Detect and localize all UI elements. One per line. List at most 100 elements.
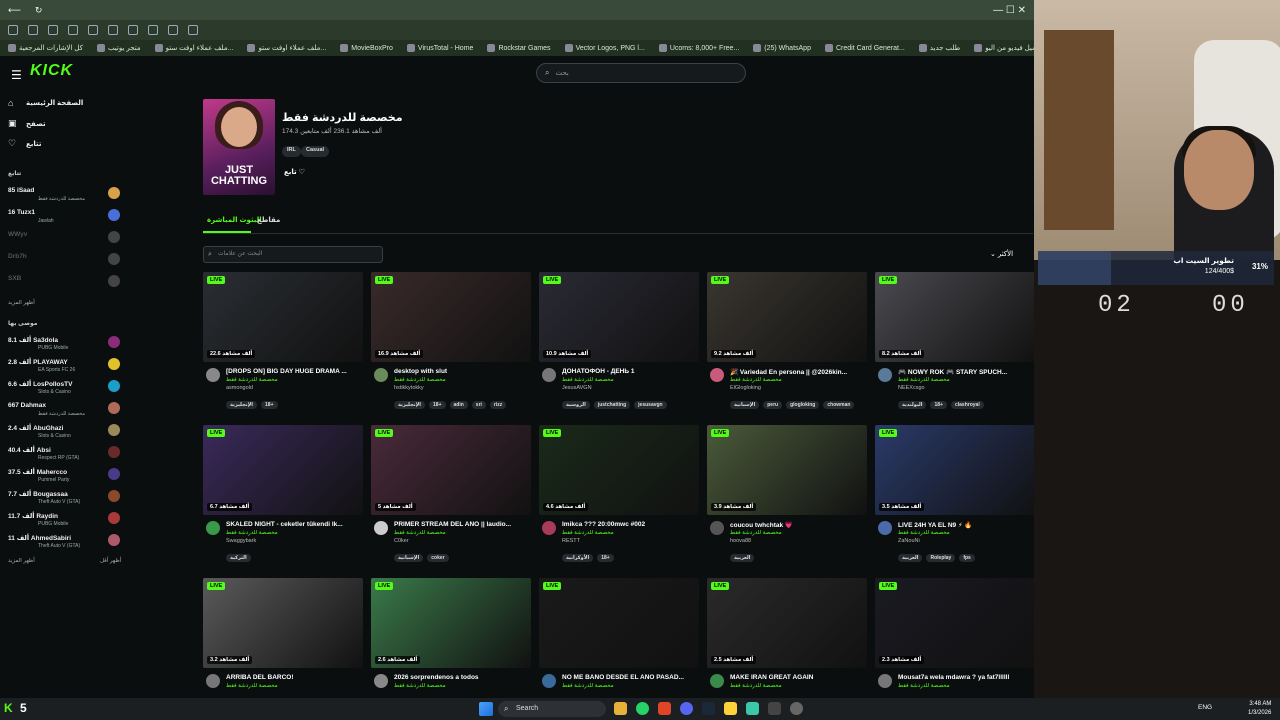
stream-card[interactable]: LIVE 3.9 ألف مشاهد coucou twhchtak 💗 مخصصة … bbox=[707, 425, 867, 565]
streamer-avatar[interactable] bbox=[374, 674, 388, 688]
stream-category[interactable]: مخصصة للدردشة فقط bbox=[226, 683, 278, 689]
stream-tag[interactable]: peru bbox=[763, 401, 783, 409]
bookmark-item[interactable]: Vector Logos, PNG l... bbox=[564, 44, 645, 52]
sidebar-channel[interactable]: SXB bbox=[8, 273, 120, 293]
windows-start-icon[interactable] bbox=[479, 702, 493, 716]
streamer-avatar[interactable] bbox=[710, 368, 724, 382]
stream-card[interactable]: LIVE 3.5 ألف مشاهد LIVE 24H YA EL N9 ⚡ 🔥 مخ… bbox=[875, 425, 1035, 565]
sidebar-channel[interactable]: 667 Dahmax مخصصة للدردشة فقط bbox=[8, 400, 120, 420]
stream-category[interactable]: مخصصة للدردشة فقط bbox=[562, 683, 614, 689]
stream-thumbnail[interactable]: LIVE 8.2 ألف مشاهد bbox=[875, 272, 1035, 362]
streamer-name[interactable]: ZaNouNi bbox=[898, 538, 920, 544]
streamer-name[interactable]: asmongold bbox=[226, 385, 253, 391]
app-icon[interactable] bbox=[768, 702, 781, 715]
stream-category[interactable]: مخصصة للدردشة فقط bbox=[394, 530, 446, 536]
streamer-name[interactable]: Swaggybark bbox=[226, 538, 256, 544]
bookmark-item[interactable]: تحميل فيديو من اليو... bbox=[974, 44, 1034, 52]
show-more-link[interactable]: أظهر المزيد bbox=[8, 300, 35, 306]
streamer-avatar[interactable] bbox=[206, 674, 220, 688]
brave-icon[interactable] bbox=[658, 702, 671, 715]
stream-card[interactable]: LIVE NO ME BAÑO DESDE EL AÑO PASAD... مخصص… bbox=[539, 578, 699, 698]
extension-icon[interactable] bbox=[188, 25, 198, 35]
language-indicator[interactable]: ENG bbox=[1198, 704, 1212, 711]
stream-tag[interactable]: chowman bbox=[823, 401, 855, 409]
stream-title[interactable]: Imikca ??? 20:00mwc #002 bbox=[562, 521, 699, 528]
app-icon[interactable] bbox=[746, 702, 759, 715]
stream-thumbnail[interactable]: LIVE 3.9 ألف مشاهد bbox=[707, 425, 867, 515]
sidebar-nav-item[interactable]: ▣ تصفح bbox=[8, 118, 46, 129]
stream-category[interactable]: مخصصة للدردشة فقط bbox=[730, 530, 782, 536]
stream-title[interactable]: 🎮 NOWY ROK 🎮 STARY SPUCH... bbox=[898, 368, 1035, 376]
bookmark-item[interactable]: (25) WhatsApp bbox=[753, 44, 811, 52]
stream-thumbnail[interactable]: LIVE 22.6 ألف مشاهد bbox=[203, 272, 363, 362]
category-tag[interactable]: IRL bbox=[282, 146, 301, 157]
extension-icon[interactable] bbox=[28, 25, 38, 35]
sidebar-channel[interactable]: 16 Tuzx1 Jawlah bbox=[8, 207, 120, 227]
extension-icon[interactable] bbox=[148, 25, 158, 35]
stream-title[interactable]: ARRIBA DEL BARCO! bbox=[226, 674, 363, 681]
stream-thumbnail[interactable]: LIVE 3.2 ألف مشاهد bbox=[203, 578, 363, 668]
stream-category[interactable]: مخصصة للدردشة فقط bbox=[898, 683, 950, 689]
category-tag[interactable]: Casual bbox=[301, 146, 330, 157]
stream-card[interactable]: LIVE 2.3 ألف مشاهد Mousat7a wela mdawra ? … bbox=[875, 578, 1035, 698]
bookmark-item[interactable]: MovieBoxPro bbox=[340, 44, 393, 52]
streamer-avatar[interactable] bbox=[542, 521, 556, 535]
taskbar-search[interactable]: ⌕ Search bbox=[498, 701, 606, 717]
streamer-avatar[interactable] bbox=[206, 521, 220, 535]
stream-category[interactable]: مخصصة للدردشة فقط bbox=[898, 377, 950, 383]
stream-category[interactable]: مخصصة للدردشة فقط bbox=[394, 377, 446, 383]
stream-tag[interactable]: adin bbox=[449, 401, 468, 409]
stream-tag[interactable]: justchatting bbox=[593, 401, 631, 409]
stream-category[interactable]: مخصصة للدردشة فقط bbox=[394, 683, 446, 689]
back-icon[interactable]: ⟵ bbox=[8, 5, 21, 16]
sidebar-channel[interactable]: 85 iSaad مخصصة للدردشة فقط bbox=[8, 185, 120, 205]
streamer-name[interactable]: hstikkytokky bbox=[394, 385, 424, 391]
stream-card[interactable]: LIVE 10.9 ألف مشاهد ДОНАТОФОН - ДЕНЬ 1 مخصص… bbox=[539, 272, 699, 412]
stream-title[interactable]: 🎉 Variedad En persona || @2026kin... bbox=[730, 368, 867, 376]
bookmark-item[interactable]: Rockstar Games bbox=[487, 44, 551, 52]
search-input[interactable]: ⌕ بحث bbox=[536, 63, 746, 83]
stream-tag[interactable]: coker bbox=[427, 554, 449, 562]
streamer-avatar[interactable] bbox=[710, 521, 724, 535]
stream-thumbnail[interactable]: LIVE 2.5 ألف مشاهد bbox=[707, 578, 867, 668]
bookmark-item[interactable]: ملف عملاء اوفت ستو... bbox=[247, 44, 326, 52]
stream-thumbnail[interactable]: LIVE 6.7 ألف مشاهد bbox=[203, 425, 363, 515]
app-icon[interactable] bbox=[724, 702, 737, 715]
streamer-avatar[interactable] bbox=[206, 368, 220, 382]
streamer-name[interactable]: ElGlogloking bbox=[730, 385, 761, 391]
file-explorer-icon[interactable] bbox=[614, 702, 627, 715]
streamer-avatar[interactable] bbox=[710, 674, 724, 688]
stream-thumbnail[interactable]: LIVE bbox=[539, 578, 699, 668]
extension-icon[interactable] bbox=[108, 25, 118, 35]
bookmark-item[interactable]: VirusTotal - Home bbox=[406, 44, 473, 52]
stream-title[interactable]: SKALED NIGHT - ceketler tükendi lk... bbox=[226, 521, 363, 528]
stream-tag[interactable]: العربية bbox=[898, 554, 923, 562]
sidebar-nav-item[interactable]: ⌂ الصفحة الرئيسية bbox=[8, 98, 83, 108]
stream-category[interactable]: مخصصة للدردشة فقط bbox=[730, 683, 782, 689]
extension-icon[interactable] bbox=[128, 25, 138, 35]
stream-thumbnail[interactable]: LIVE 2.3 ألف مشاهد bbox=[875, 578, 1035, 668]
stream-card[interactable]: LIVE 4.6 ألف مشاهد Imikca ??? 20:00mwc #00… bbox=[539, 425, 699, 565]
extension-icon[interactable] bbox=[68, 25, 78, 35]
discord-icon[interactable] bbox=[680, 702, 693, 715]
refresh-icon[interactable]: ↻ bbox=[35, 5, 43, 16]
extension-icon[interactable] bbox=[88, 25, 98, 35]
stream-title[interactable]: NO ME BAÑO DESDE EL AÑO PASAD... bbox=[562, 674, 699, 681]
stream-thumbnail[interactable]: LIVE 16.9 ألف مشاهد bbox=[371, 272, 531, 362]
stream-thumbnail[interactable]: LIVE 5 ألف مشاهد bbox=[371, 425, 531, 515]
streamer-avatar[interactable] bbox=[878, 674, 892, 688]
stream-card[interactable]: LIVE 2.6 ألف مشاهد 2026 sorprendenos a tod… bbox=[371, 578, 531, 698]
sidebar-channel[interactable]: 6.6 ألف LosPollosTV Slots & Casino bbox=[8, 378, 120, 398]
app-icon[interactable] bbox=[790, 702, 803, 715]
stream-tag[interactable]: 18+ bbox=[429, 401, 446, 409]
stream-card[interactable]: LIVE 2.5 ألف مشاهد MAKE IRAN GREAT AGAIN مخ… bbox=[707, 578, 867, 698]
stream-title[interactable]: [DROPS ON] BIG DAY HUGE DRAMA ... bbox=[226, 368, 363, 375]
show-more-link[interactable]: أظهر المزيد bbox=[8, 558, 35, 564]
stream-card[interactable]: LIVE 16.9 ألف مشاهد desktop with slut مخصصة… bbox=[371, 272, 531, 412]
stream-tag[interactable]: الإنجليزية bbox=[394, 401, 426, 409]
streamer-name[interactable]: hoova88 bbox=[730, 538, 751, 544]
stream-thumbnail[interactable]: LIVE 4.6 ألف مشاهد bbox=[539, 425, 699, 515]
streamer-avatar[interactable] bbox=[374, 368, 388, 382]
sidebar-channel[interactable]: 40.4 ألف Absi Respect RP (GTA) bbox=[8, 444, 120, 464]
stream-tag[interactable]: 18+ bbox=[261, 401, 278, 409]
